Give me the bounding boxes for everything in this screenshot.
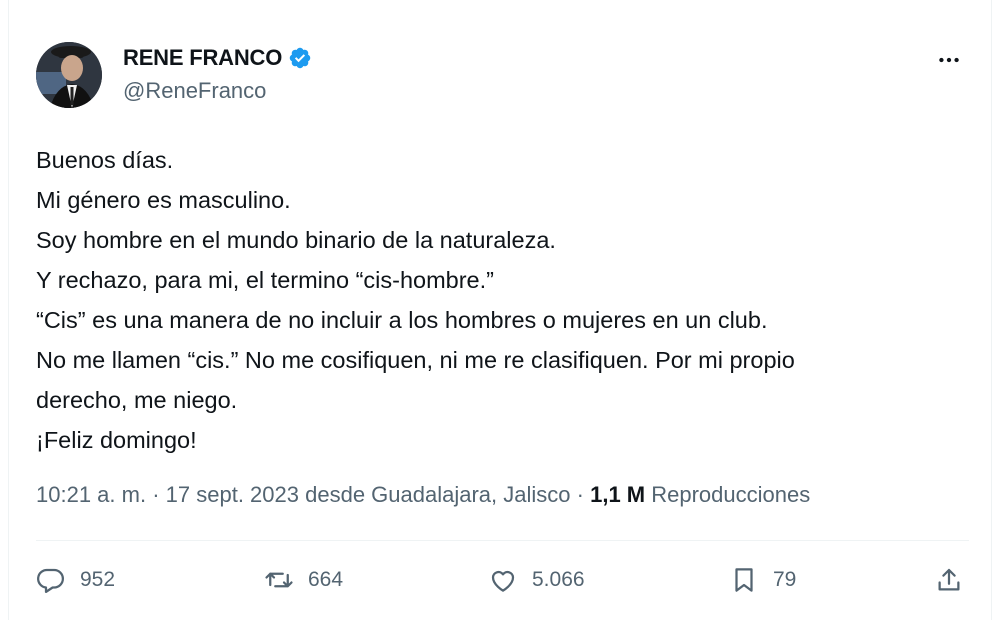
tweet-meta: 10:21 a. m. · 17 sept. 2023 desde Guadal… (36, 482, 810, 508)
share-button[interactable] (934, 555, 964, 605)
like-icon (491, 570, 515, 592)
tweet-text-line: Y rechazo, para mi, el termino “cis-homb… (36, 267, 494, 293)
author-display-name[interactable]: RENE FRANCO (123, 45, 282, 71)
tweet-text-line: ¡Feliz domingo! (36, 427, 197, 453)
divider (36, 540, 969, 541)
tweet-location: desde Guadalajara, Jalisco (305, 482, 571, 507)
retweet-button[interactable]: 664 (264, 555, 343, 605)
meta-separator: · (576, 482, 584, 507)
reply-button[interactable]: 952 (36, 555, 115, 605)
tweet-text-line: Mi género es masculino. (36, 187, 291, 213)
tweet-date[interactable]: 17 sept. 2023 (166, 482, 299, 507)
bookmark-icon (735, 568, 753, 592)
retweet-icon (265, 572, 293, 588)
tweet-text-line: “Cis” es una manera de no incluir a los … (36, 307, 768, 333)
author-handle[interactable]: @ReneFranco (123, 78, 266, 104)
tweet-text-line: No me llamen “cis.” No me cosifiquen, ni… (36, 347, 795, 373)
reply-icon (37, 568, 64, 593)
author-name-row[interactable]: RENE FRANCO (123, 45, 312, 71)
tweet-time[interactable]: 10:21 a. m. (36, 482, 146, 507)
views-label: Reproducciones (651, 482, 811, 507)
verified-badge-icon (289, 47, 311, 69)
retweet-count: 664 (308, 568, 344, 591)
meta-separator: · (152, 482, 160, 507)
tweet-card: RENE FRANCO @ReneFranco Buenos días. Mi … (8, 0, 992, 620)
views-count: 1,1 M (590, 482, 646, 507)
like-count: 5.066 (532, 568, 585, 591)
more-options-button[interactable] (933, 44, 965, 76)
tweet-text-line: Soy hombre en el mundo binario de la nat… (36, 227, 556, 253)
like-button[interactable]: 5.066 (488, 555, 585, 605)
more-horizontal-icon (939, 57, 959, 63)
tweet-text: Buenos días. Mi género es masculino. Soy… (36, 140, 981, 460)
bookmark-button[interactable]: 79 (729, 555, 796, 605)
tweet-text-line: Buenos días. (36, 147, 174, 173)
tweet-actions: 952 664 5.066 79 (36, 555, 971, 605)
avatar[interactable] (36, 42, 102, 108)
reply-count: 952 (80, 568, 116, 591)
share-icon (938, 568, 960, 591)
tweet-text-line: derecho, me niego. (36, 387, 238, 413)
bookmark-count: 79 (773, 568, 797, 591)
